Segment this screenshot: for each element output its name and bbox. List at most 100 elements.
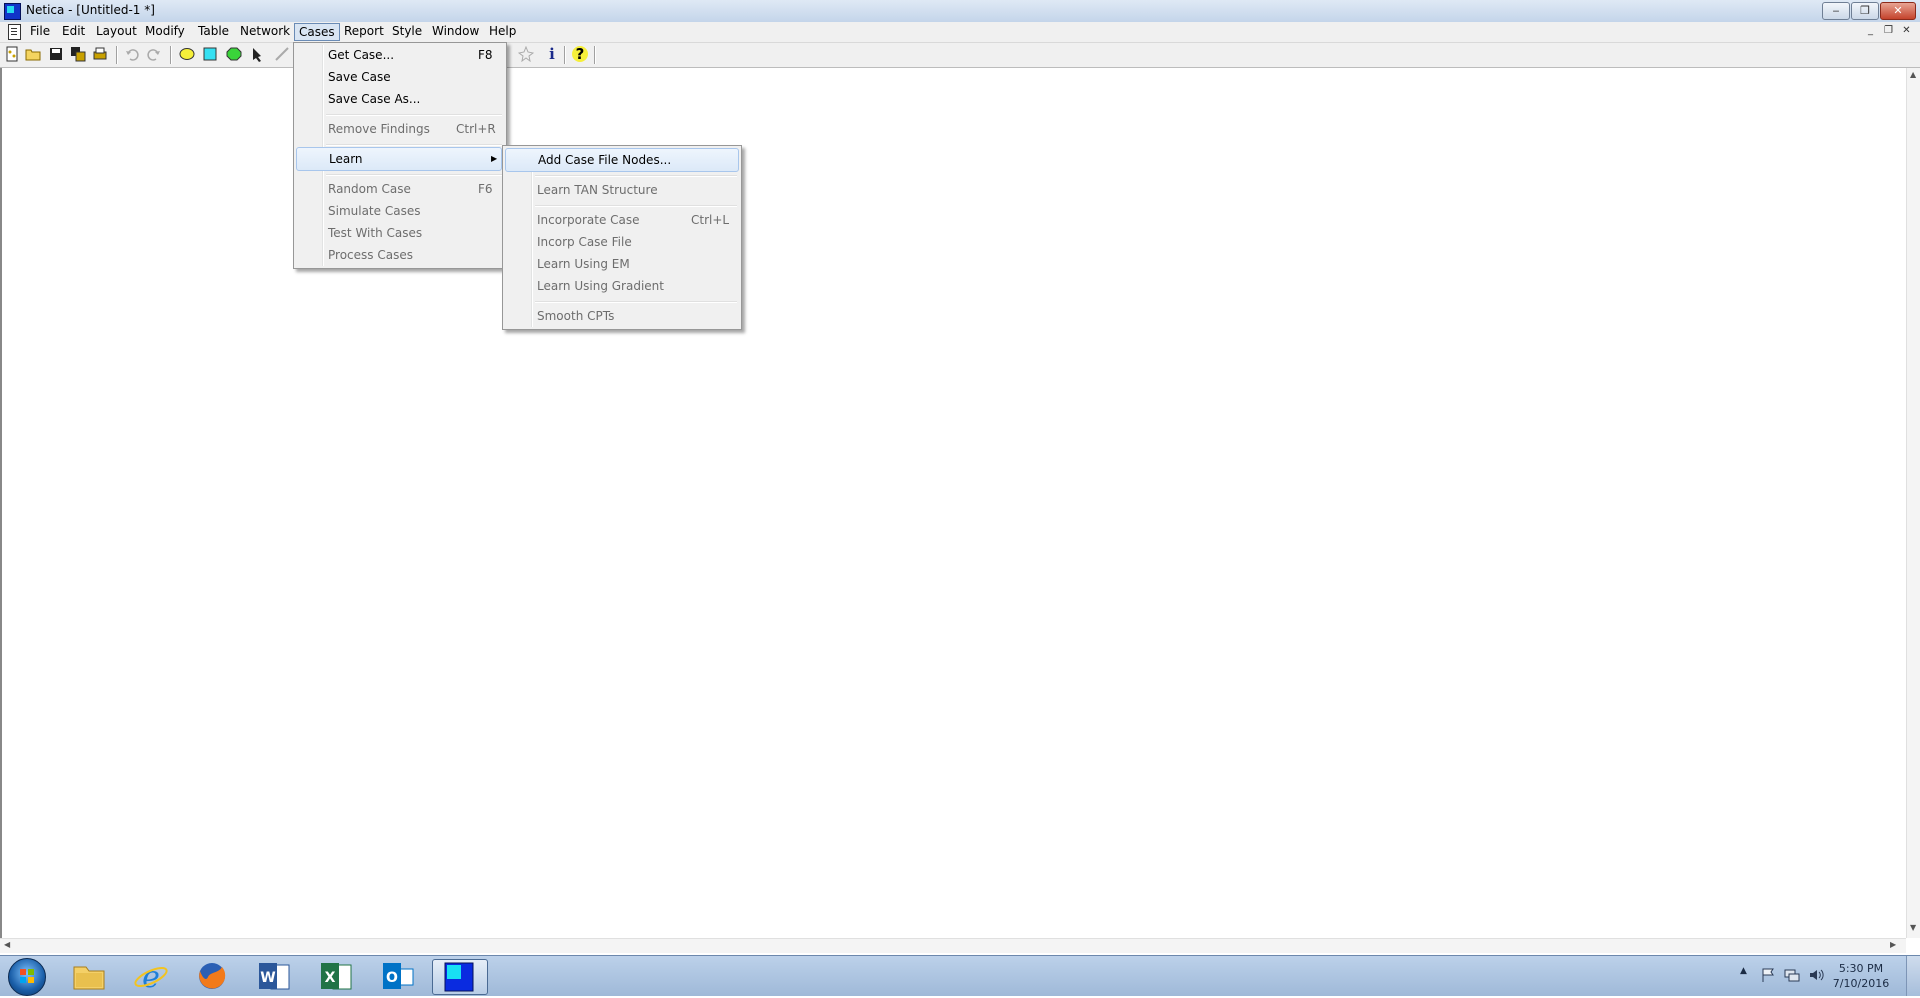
menu-edit[interactable]: Edit	[58, 22, 89, 41]
save-icon[interactable]	[48, 46, 64, 62]
scroll-right-icon[interactable]: ▶	[1890, 940, 1896, 949]
svg-text:W: W	[260, 970, 275, 986]
menu-file[interactable]: File	[26, 22, 54, 41]
volume-icon[interactable]	[1808, 967, 1824, 983]
document-icon[interactable]	[8, 24, 21, 40]
menu-item-remove-findings[interactable]: Remove Findings Ctrl+R	[296, 118, 504, 140]
internet-explorer-icon: e	[134, 960, 168, 995]
add-utility-node-icon[interactable]	[226, 46, 242, 62]
menu-separator	[326, 174, 502, 176]
toolbar-separator	[170, 46, 172, 64]
windows-explorer-icon	[73, 966, 105, 990]
menu-item-learn-using-gradient[interactable]: Learn Using Gradient	[505, 275, 739, 297]
window-title: Netica - [Untitled-1 *]	[26, 3, 155, 17]
clock-time: 5:30 PM	[1838, 962, 1884, 975]
clock-date: 7/10/2016	[1832, 977, 1890, 990]
menu-item-incorp-case-file[interactable]: Incorp Case File	[505, 231, 739, 253]
word-icon: W	[259, 963, 290, 990]
menu-modify[interactable]: Modify	[141, 22, 189, 41]
submenu-arrow-icon: ▶	[491, 154, 498, 163]
menu-separator	[535, 175, 737, 177]
taskbar-netica[interactable]	[432, 959, 488, 995]
horizontal-scrollbar[interactable]: ◀ ▶	[0, 938, 1906, 953]
outlook-icon: O	[383, 963, 414, 989]
mdi-restore-button[interactable]: ❐	[1882, 24, 1895, 37]
menu-style[interactable]: Style	[388, 22, 426, 41]
menu-item-incorporate-case[interactable]: Incorporate Case Ctrl+L	[505, 209, 739, 231]
menu-item-save-case[interactable]: Save Case	[296, 66, 504, 88]
menu-item-smooth-cpts[interactable]: Smooth CPTs	[505, 305, 739, 327]
menu-item-learn-using-em[interactable]: Learn Using EM	[505, 253, 739, 275]
vertical-scrollbar[interactable]: ▲ ▼	[1906, 68, 1920, 938]
action-center-flag-icon[interactable]	[1760, 967, 1776, 983]
redo-icon[interactable]	[146, 46, 162, 62]
taskbar-excel[interactable]: X	[309, 959, 363, 993]
menu-separator	[326, 114, 502, 116]
netica-icon	[444, 962, 474, 992]
minimize-button[interactable]: ‒	[1822, 2, 1850, 20]
taskbar-firefox[interactable]	[185, 959, 239, 993]
menu-help[interactable]: Help	[485, 22, 520, 41]
start-button[interactable]	[8, 958, 46, 996]
netica-app-icon[interactable]	[4, 3, 21, 20]
save-all-icon[interactable]	[70, 46, 86, 62]
title-bar[interactable]: Netica - [Untitled-1 *] ‒ ❐ ✕	[0, 0, 1920, 23]
link-tool-icon[interactable]	[274, 46, 290, 62]
menu-item-save-case-as[interactable]: Save Case As...	[296, 88, 504, 110]
menu-item-add-case-file-nodes[interactable]: Add Case File Nodes...	[505, 148, 739, 172]
menu-item-test-with-cases[interactable]: Test With Cases	[296, 222, 504, 244]
menu-layout[interactable]: Layout	[92, 22, 141, 41]
scroll-up-icon[interactable]: ▲	[1910, 70, 1916, 79]
excel-icon: X	[321, 963, 352, 990]
show-desktop-button[interactable]	[1906, 956, 1920, 996]
help-icon[interactable]: ?	[572, 46, 588, 62]
menu-report[interactable]: Report	[340, 22, 388, 41]
print-icon[interactable]	[92, 46, 108, 62]
menu-item-learn[interactable]: Learn ▶	[296, 147, 502, 171]
menu-bar: File Edit Layout Modify Table Network Ca…	[0, 22, 1920, 43]
menu-item-random-case[interactable]: Random Case F6	[296, 178, 504, 200]
toolbar-separator	[594, 46, 596, 64]
svg-text:e: e	[142, 960, 160, 993]
taskbar-internet-explorer[interactable]: e	[124, 959, 178, 995]
add-decision-node-icon[interactable]	[202, 46, 218, 62]
close-button[interactable]: ✕	[1880, 2, 1916, 20]
properties-icon[interactable]	[518, 46, 534, 62]
add-nature-node-icon[interactable]	[179, 46, 195, 62]
restore-button[interactable]: ❐	[1851, 2, 1879, 20]
menu-cases[interactable]: Cases	[294, 23, 340, 41]
menu-separator	[535, 205, 737, 207]
cases-menu: Get Case... F8 Save Case Save Case As...…	[293, 42, 507, 269]
svg-text:O: O	[386, 970, 398, 986]
menu-item-process-cases[interactable]: Process Cases	[296, 244, 504, 266]
scroll-down-icon[interactable]: ▼	[1910, 923, 1916, 932]
scroll-left-icon[interactable]: ◀	[4, 940, 10, 949]
info-icon[interactable]: i	[544, 46, 560, 62]
taskbar-explorer[interactable]	[62, 959, 116, 993]
firefox-icon	[199, 963, 226, 989]
taskbar-outlook[interactable]: O	[371, 959, 425, 993]
taskbar: e W X O ▲ 5:30 PM 7/10/2016	[0, 955, 1920, 996]
undo-icon[interactable]	[124, 46, 140, 62]
system-clock[interactable]: 5:30 PM 7/10/2016	[1826, 961, 1896, 991]
taskbar-word[interactable]: W	[247, 959, 301, 993]
new-network-icon[interactable]	[4, 46, 20, 62]
open-icon[interactable]	[25, 46, 41, 62]
toolbar-separator	[564, 46, 566, 64]
toolbar: i ?	[0, 43, 1920, 68]
svg-text:X: X	[325, 970, 336, 986]
menu-item-simulate-cases[interactable]: Simulate Cases	[296, 200, 504, 222]
mdi-minimize-button[interactable]: _	[1864, 24, 1877, 37]
toolbar-separator	[116, 46, 118, 64]
network-canvas[interactable]	[0, 68, 1908, 938]
menu-item-learn-tan-structure[interactable]: Learn TAN Structure	[505, 179, 739, 201]
show-hidden-icons[interactable]: ▲	[1740, 966, 1747, 976]
network-icon[interactable]	[1784, 967, 1800, 983]
mdi-close-button[interactable]: ✕	[1900, 24, 1913, 37]
menu-separator	[535, 301, 737, 303]
menu-item-get-case[interactable]: Get Case... F8	[296, 44, 504, 66]
add-link-icon[interactable]	[250, 46, 266, 62]
menu-table[interactable]: Table	[194, 22, 233, 41]
menu-network[interactable]: Network	[236, 22, 294, 41]
menu-window[interactable]: Window	[428, 22, 483, 41]
